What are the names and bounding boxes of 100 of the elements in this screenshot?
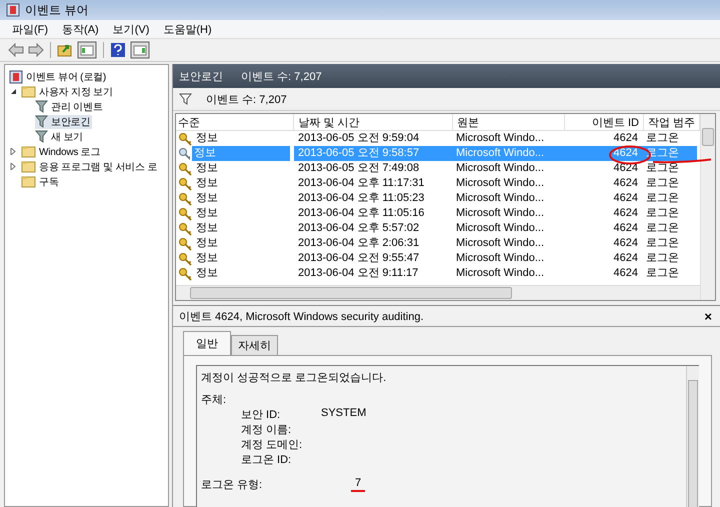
folder-up-icon[interactable] <box>57 42 73 58</box>
field-label: 로그온 유형: <box>201 478 264 492</box>
tree-item[interactable]: 보안로긴 <box>35 114 92 128</box>
forward-icon[interactable] <box>28 43 44 57</box>
column-header[interactable]: 이벤트 ID <box>565 114 644 130</box>
menu-item[interactable]: 동작(A) <box>62 22 99 36</box>
category-cell-text: 로그온 <box>645 266 680 281</box>
level-cell[interactable]: 정보 <box>194 191 220 206</box>
source-cell-text: Microsoft Windo... <box>455 191 546 206</box>
date-cell-text: 2013-06-04 오후 5:57:02 <box>297 221 420 236</box>
folder-icon <box>21 160 36 173</box>
level-cell[interactable]: 정보 <box>194 236 220 251</box>
level-cell[interactable]: 정보 <box>194 266 220 281</box>
category-cell-text: 로그온 <box>645 161 680 176</box>
panel-icon[interactable] <box>77 41 97 59</box>
event-id-cell-text: 4624 <box>612 206 639 221</box>
field-value: 7 <box>351 477 366 492</box>
category-cell-text: 로그온 <box>645 221 680 236</box>
event-id-cell-text: 4624 <box>612 251 639 266</box>
event-id-cell-text: 4624 <box>612 191 639 206</box>
level-cell[interactable]: 정보 <box>194 131 220 146</box>
tree-item[interactable]: 새 보기 <box>35 130 85 144</box>
date-cell-text: 2013-06-04 오후 11:05:16 <box>297 206 426 221</box>
menu-item[interactable]: 파일(F) <box>12 22 48 36</box>
tab[interactable]: 자세히 <box>231 335 278 355</box>
date-cell-text: 2013-06-05 오전 7:49:08 <box>297 161 420 176</box>
category-cell-text: 로그온 <box>645 131 680 146</box>
event-id-cell-text: 4624 <box>612 266 639 281</box>
event-count: 이벤트 수: 7,207 <box>241 70 322 84</box>
help-icon[interactable] <box>110 42 126 58</box>
category-cell-text: 로그온 <box>645 176 680 191</box>
horizontal-scrollbar[interactable] <box>176 285 700 300</box>
folder-icon <box>21 145 36 158</box>
tree-item[interactable]: Windows 로그 <box>21 144 102 158</box>
date-cell-text: 2013-06-04 오후 11:05:23 <box>297 191 426 206</box>
tab[interactable]: 일반 <box>183 331 231 355</box>
field-value: SYSTEM <box>321 407 366 421</box>
app-icon <box>6 3 20 17</box>
level-cell[interactable]: 정보 <box>194 206 220 221</box>
tree-item[interactable]: 이벤트 뷰어 (로컬) <box>5 69 168 84</box>
viewer-icon <box>9 70 23 84</box>
expander-icon[interactable] <box>10 88 18 95</box>
key-icon <box>178 236 192 250</box>
category-cell-text: 로그온 <box>645 191 680 206</box>
event-count: 이벤트 수: 7,207 <box>206 92 287 106</box>
folder-icon <box>21 85 36 98</box>
source-cell: Microsoft Windo... <box>452 146 564 161</box>
level-cell[interactable]: 정보 <box>194 176 220 191</box>
column-header[interactable]: 수준 <box>176 114 294 130</box>
category-cell-text: 로그온 <box>645 251 680 266</box>
source-cell-text: Microsoft Windo... <box>455 206 546 221</box>
back-icon[interactable] <box>8 43 24 57</box>
field-label: 주체: <box>201 393 228 407</box>
tree-item[interactable]: 응용 프로그램 및 서비스 로 <box>21 160 160 174</box>
key-icon <box>178 192 192 206</box>
filter-icon <box>179 93 192 105</box>
key-icon <box>178 266 192 280</box>
vertical-scrollbar[interactable] <box>700 114 715 300</box>
level-cell[interactable]: 정보 <box>194 221 220 236</box>
field-label: 계정 도메인: <box>241 438 304 452</box>
source-cell-text: Microsoft Windo... <box>455 236 546 251</box>
column-header[interactable]: 원본 <box>452 114 566 130</box>
key-icon <box>178 132 192 146</box>
key-icon <box>178 206 192 220</box>
field-label: 로그온 ID: <box>241 453 292 467</box>
source-cell-text: Microsoft Windo... <box>455 176 546 191</box>
date-cell-text: 2013-06-05 오전 9:59:04 <box>297 131 420 146</box>
date-cell-text: 2013-06-04 오전 9:11:17 <box>297 266 420 281</box>
tree-item[interactable]: 관리 이벤트 <box>35 100 105 114</box>
source-cell-text: Microsoft Windo... <box>455 161 546 176</box>
pane-title: 보안로긴 <box>179 70 223 84</box>
detail-title: 이벤트 4624, Microsoft Windows security auditing. <box>179 310 424 324</box>
event-id-cell-text: 4624 <box>612 161 639 176</box>
level-cell[interactable]: 정보 <box>194 161 220 176</box>
annotation-underline-drawing <box>652 158 712 164</box>
close-button[interactable]: × <box>704 308 712 324</box>
level-cell[interactable]: 정보 <box>194 251 220 266</box>
date-cell-text: 2013-06-04 오후 2:06:31 <box>297 236 420 251</box>
field-label: 보안 ID: <box>241 408 282 422</box>
key-icon <box>178 176 192 190</box>
event-id-cell-text: 4624 <box>612 221 639 236</box>
key-icon <box>178 222 192 236</box>
event-id-cell: 4624 <box>564 146 642 161</box>
menu-item[interactable]: 도움말(H) <box>163 22 212 36</box>
menu-item[interactable]: 보기(V) <box>112 22 150 36</box>
tree-item[interactable]: 사용자 지정 보기 <box>21 84 115 98</box>
key-icon <box>178 146 190 160</box>
field-label: 계정 이름: <box>241 423 292 437</box>
panel-icon[interactable] <box>130 41 150 59</box>
date-cell-text: 2013-06-04 오후 11:17:31 <box>297 176 426 191</box>
source-cell-text: Microsoft Windo... <box>455 266 546 281</box>
category-cell-text: 로그온 <box>645 236 680 251</box>
message-text: 계정이 성공적으로 로그온되었습니다. <box>201 371 388 386</box>
source-cell-text: Microsoft Windo... <box>455 221 546 236</box>
key-icon <box>178 162 192 176</box>
column-header[interactable]: 날짜 및 시간 <box>294 114 453 130</box>
tree-item[interactable]: 구독 <box>21 174 61 188</box>
filter-icon <box>35 115 48 128</box>
date-cell: 2013-06-05 오전 9:58:57 <box>294 146 452 161</box>
date-cell-text: 2013-06-04 오전 9:55:47 <box>297 251 420 266</box>
